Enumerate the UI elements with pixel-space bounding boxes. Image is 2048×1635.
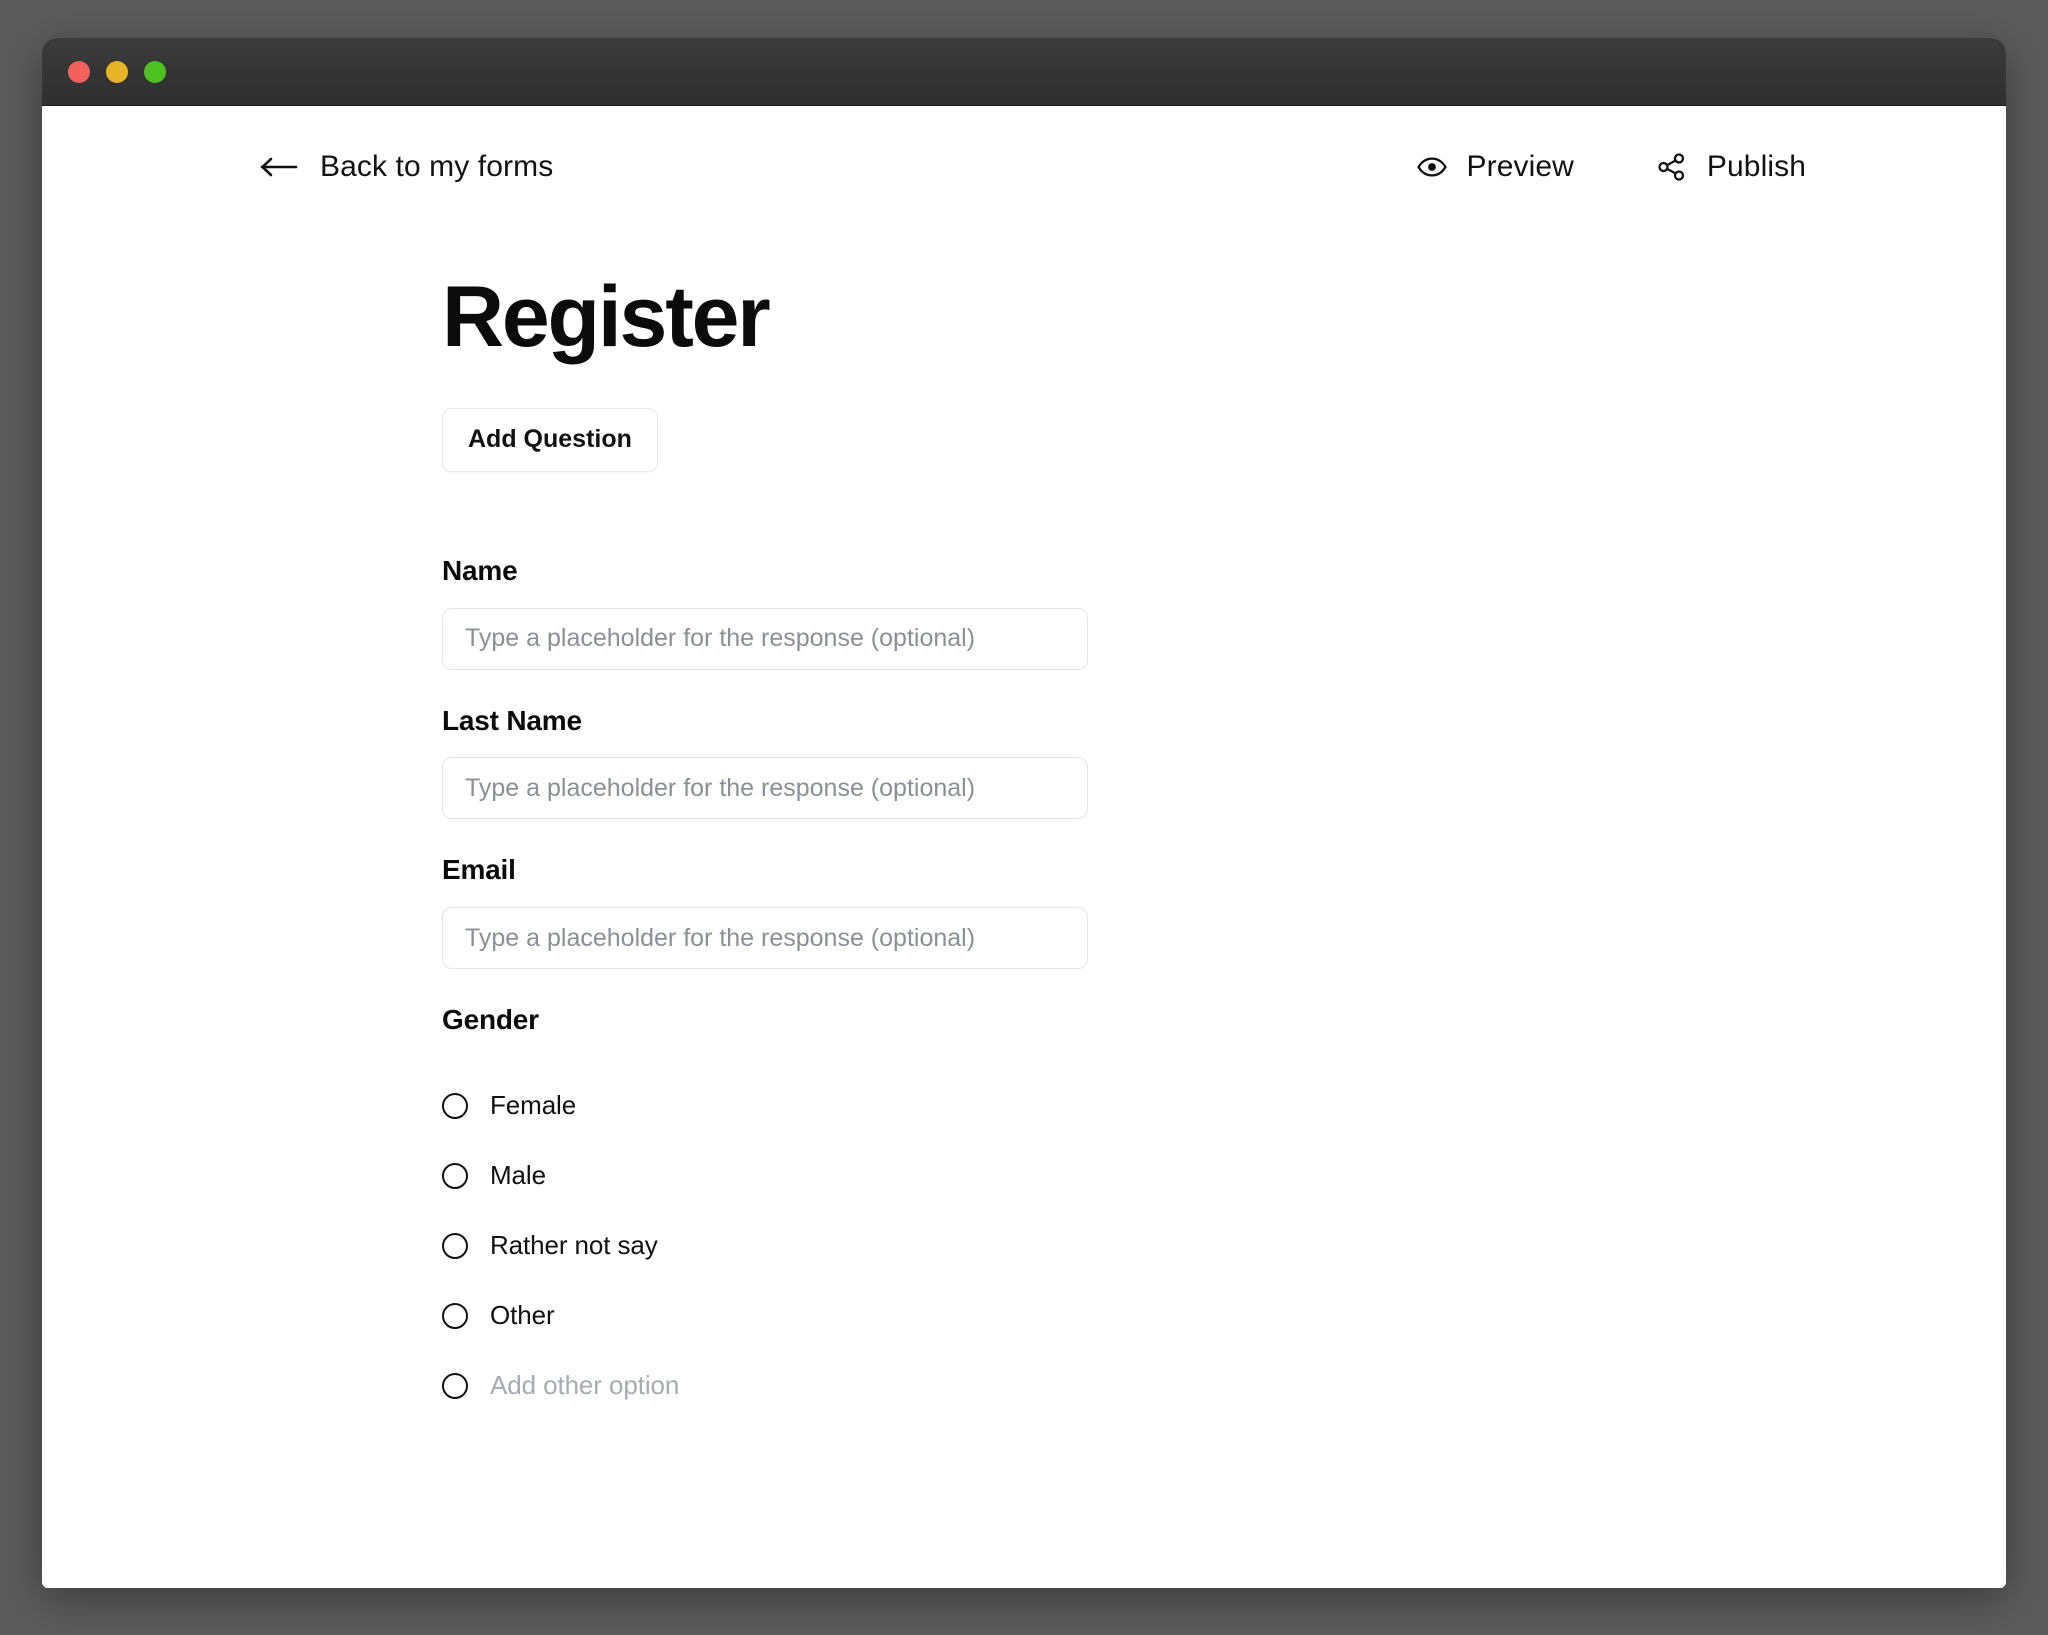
form-editor-canvas: Register Add Question Name Last Name <box>42 272 2006 1421</box>
question-label[interactable]: Gender <box>442 1003 2006 1037</box>
arrow-left-icon <box>260 155 298 179</box>
option-label: Female <box>490 1090 577 1121</box>
radio-icon[interactable] <box>442 1162 468 1189</box>
question-label[interactable]: Name <box>442 554 2006 588</box>
option-label: Add other option <box>490 1370 680 1401</box>
zoom-button[interactable] <box>144 60 166 83</box>
page-viewport: Back to my forms Preview Publish Registe… <box>42 106 2006 1588</box>
option-row-male[interactable]: Male <box>442 1141 2006 1211</box>
minimize-button[interactable] <box>106 60 128 83</box>
radio-icon[interactable] <box>442 1092 468 1119</box>
option-label: Other <box>490 1300 555 1331</box>
back-to-my-forms-button[interactable]: Back to my forms <box>260 150 553 184</box>
question-placeholder-input[interactable] <box>442 607 1088 670</box>
preview-label: Preview <box>1466 150 1574 183</box>
publish-label: Publish <box>1706 150 1806 183</box>
back-to-my-forms-label: Back to my forms <box>320 150 554 183</box>
option-row-other[interactable]: Other <box>442 1281 2006 1351</box>
radio-icon[interactable] <box>442 1232 468 1259</box>
preview-button[interactable]: Preview <box>1416 150 1574 184</box>
option-row-rather-not-say[interactable]: Rather not say <box>442 1211 2006 1281</box>
question-label[interactable]: Email <box>442 853 2006 887</box>
radio-icon[interactable] <box>442 1302 468 1329</box>
gender-options: Female Male Rather not say Other Add oth… <box>442 1071 2006 1421</box>
question-email: Email <box>442 853 2006 970</box>
form-title[interactable]: Register <box>442 272 2006 363</box>
desktop-background: Back to my forms Preview Publish Registe… <box>0 0 2048 1635</box>
option-label: Rather not say <box>490 1230 658 1261</box>
option-row-female[interactable]: Female <box>442 1071 2006 1141</box>
close-button[interactable] <box>68 60 90 83</box>
toolbar-actions: Preview Publish <box>1416 150 1807 184</box>
browser-window: Back to my forms Preview Publish Registe… <box>42 38 2006 1588</box>
window-titlebar <box>42 38 2006 106</box>
question-gender: Gender Female Male Rather not say Other … <box>442 1003 2006 1421</box>
option-row-add-other-option[interactable]: Add other option <box>442 1351 2006 1421</box>
question-label[interactable]: Last Name <box>442 704 2006 738</box>
question-placeholder-input[interactable] <box>442 757 1088 820</box>
share-icon <box>1656 151 1688 183</box>
questions-list: Name Last Name Email Ge <box>442 554 2006 1420</box>
question-placeholder-input[interactable] <box>442 907 1088 970</box>
app-toolbar: Back to my forms Preview Publish <box>42 106 2006 184</box>
question-last-name: Last Name <box>442 704 2006 820</box>
add-question-button[interactable]: Add Question <box>442 408 658 473</box>
publish-button[interactable]: Publish <box>1656 150 1806 184</box>
option-label: Male <box>490 1160 546 1191</box>
radio-icon[interactable] <box>442 1372 468 1399</box>
question-name: Name <box>442 554 2006 670</box>
eye-icon <box>1416 151 1448 183</box>
